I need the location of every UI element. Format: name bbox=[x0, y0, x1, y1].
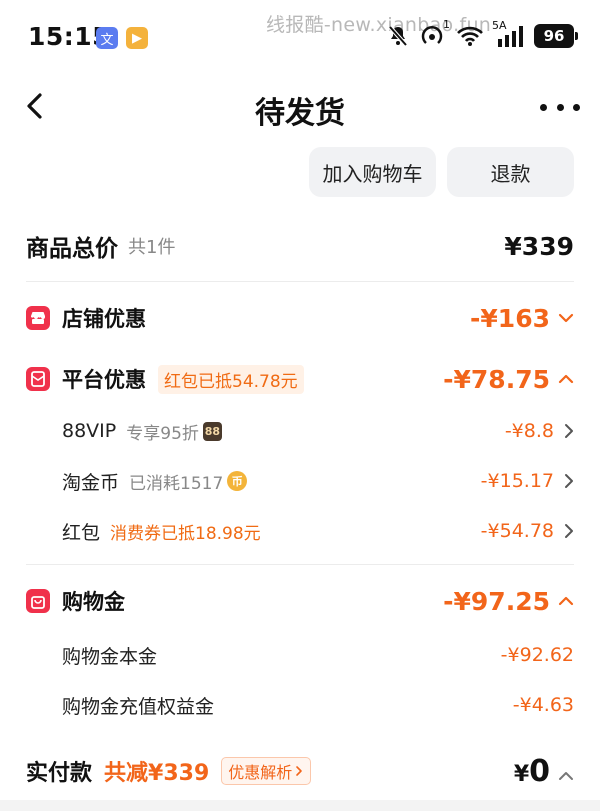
gold-bonus-label: 购物金充值权益金 bbox=[62, 695, 215, 718]
taojinbi-row[interactable]: 淘金币 已消耗1517 币 -¥15.17 bbox=[62, 464, 574, 498]
gold-bonus-amount: -¥4.63 bbox=[512, 694, 574, 716]
vip-discount-row[interactable]: 88VIP 专享95折 88 -¥8.8 bbox=[62, 414, 574, 448]
shopping-gold-amount: -¥97.25 bbox=[443, 587, 574, 616]
gold-principal-amount: -¥92.62 bbox=[500, 644, 574, 666]
vip-88-icon: 88 bbox=[202, 421, 222, 441]
chevron-right-icon bbox=[564, 473, 574, 489]
translate-app-icon: 文 bbox=[96, 27, 118, 49]
more-options-icon[interactable] bbox=[540, 94, 580, 120]
page-title: 待发货 bbox=[255, 96, 345, 131]
vip-amount: -¥8.8 bbox=[505, 420, 574, 442]
chevron-down-icon bbox=[558, 313, 574, 323]
mute-icon bbox=[386, 24, 410, 48]
network-type: 5A bbox=[492, 19, 507, 32]
video-app-icon: ▶ bbox=[126, 27, 148, 49]
actual-payment-row: 实付款 共减¥339 优惠解析 ¥ 0 bbox=[26, 750, 574, 792]
taojinbi-label: 淘金币 bbox=[62, 471, 120, 494]
payment-currency: ¥ bbox=[513, 761, 530, 787]
platform-discount-amount: -¥78.75 bbox=[443, 365, 574, 394]
store-icon bbox=[26, 306, 50, 330]
gold-principal-row: 购物金本金 -¥92.62 bbox=[62, 638, 574, 672]
chevron-up-icon bbox=[559, 771, 573, 780]
discount-analysis-button[interactable]: 优惠解析 bbox=[221, 757, 312, 785]
total-reduction: 共减¥339 bbox=[104, 761, 210, 786]
vip-note: 专享95折 bbox=[126, 423, 199, 444]
chevron-right-icon bbox=[296, 766, 303, 776]
hotspot-count: 1 bbox=[443, 18, 450, 31]
shopping-gold-value: -¥97.25 bbox=[443, 586, 550, 616]
discount-analysis-label: 优惠解析 bbox=[228, 763, 293, 782]
chevron-right-icon bbox=[564, 523, 574, 539]
platform-discount-value: -¥78.75 bbox=[443, 364, 550, 394]
red-packet-tag: 红包已抵54.78元 bbox=[158, 364, 304, 394]
store-discount-amount: -¥163 bbox=[470, 304, 574, 333]
chevron-up-icon bbox=[558, 374, 574, 384]
platform-discount-label: 平台优惠 bbox=[62, 368, 146, 392]
total-price-label: 商品总价 bbox=[26, 236, 118, 262]
nav-bar: 待发货 bbox=[0, 72, 600, 142]
coin-icon: 币 bbox=[227, 471, 248, 491]
shopping-gold-row[interactable]: 购物金 -¥97.25 bbox=[26, 582, 574, 620]
red-packet-icon bbox=[26, 367, 50, 391]
total-price-amount: ¥339 bbox=[504, 231, 574, 261]
vip-label: 88VIP bbox=[62, 420, 117, 442]
taojinbi-value: -¥15.17 bbox=[480, 470, 554, 492]
platform-discount-row[interactable]: 平台优惠 红包已抵54.78元 -¥78.75 bbox=[26, 360, 574, 398]
refund-button[interactable]: 退款 bbox=[447, 147, 574, 197]
red-packet-label: 红包 bbox=[62, 521, 101, 544]
red-packet-value: -¥54.78 bbox=[480, 520, 554, 542]
actual-payment-label: 实付款 bbox=[26, 761, 93, 786]
taojinbi-amount: -¥15.17 bbox=[481, 470, 574, 492]
battery-icon: 96 bbox=[534, 24, 578, 48]
chevron-up-icon bbox=[558, 596, 574, 606]
red-packet-row[interactable]: 红包 消费券已抵18.98元 -¥54.78 bbox=[62, 514, 574, 548]
total-price-row: 商品总价 共1件 ¥339 bbox=[26, 226, 574, 266]
status-icons: 1 5A 96 bbox=[386, 18, 578, 48]
wifi-icon bbox=[456, 25, 484, 47]
divider bbox=[26, 281, 574, 282]
gold-principal-label: 购物金本金 bbox=[62, 645, 158, 668]
shopping-gold-label: 购物金 bbox=[62, 590, 125, 614]
item-count: 共1件 bbox=[128, 237, 176, 258]
store-discount-row[interactable]: 店铺优惠 -¥163 bbox=[26, 300, 574, 336]
signal-icon: 5A bbox=[492, 19, 524, 47]
red-packet-note: 消费券已抵18.98元 bbox=[110, 523, 261, 544]
bottom-edge bbox=[0, 800, 600, 811]
payment-amount: 0 bbox=[529, 753, 550, 789]
divider bbox=[26, 564, 574, 565]
store-discount-value: -¥163 bbox=[470, 303, 550, 333]
taojinbi-note: 已消耗1517 bbox=[129, 473, 224, 494]
add-to-cart-button[interactable]: 加入购物车 bbox=[309, 147, 436, 197]
hotspot-icon: 1 bbox=[420, 18, 450, 48]
status-bar: 15:15 文 ▶ 线报酷-new.xianbao.fun 1 5A 96 bbox=[0, 0, 600, 72]
store-discount-label: 店铺优惠 bbox=[62, 307, 146, 331]
red-packet-amount: -¥54.78 bbox=[481, 520, 574, 542]
vip-value: -¥8.8 bbox=[504, 420, 554, 442]
payment-total[interactable]: ¥ 0 bbox=[514, 754, 574, 789]
shopping-bag-icon bbox=[26, 589, 50, 613]
chevron-right-icon bbox=[564, 423, 574, 439]
gold-bonus-row: 购物金充值权益金 -¥4.63 bbox=[62, 688, 574, 722]
